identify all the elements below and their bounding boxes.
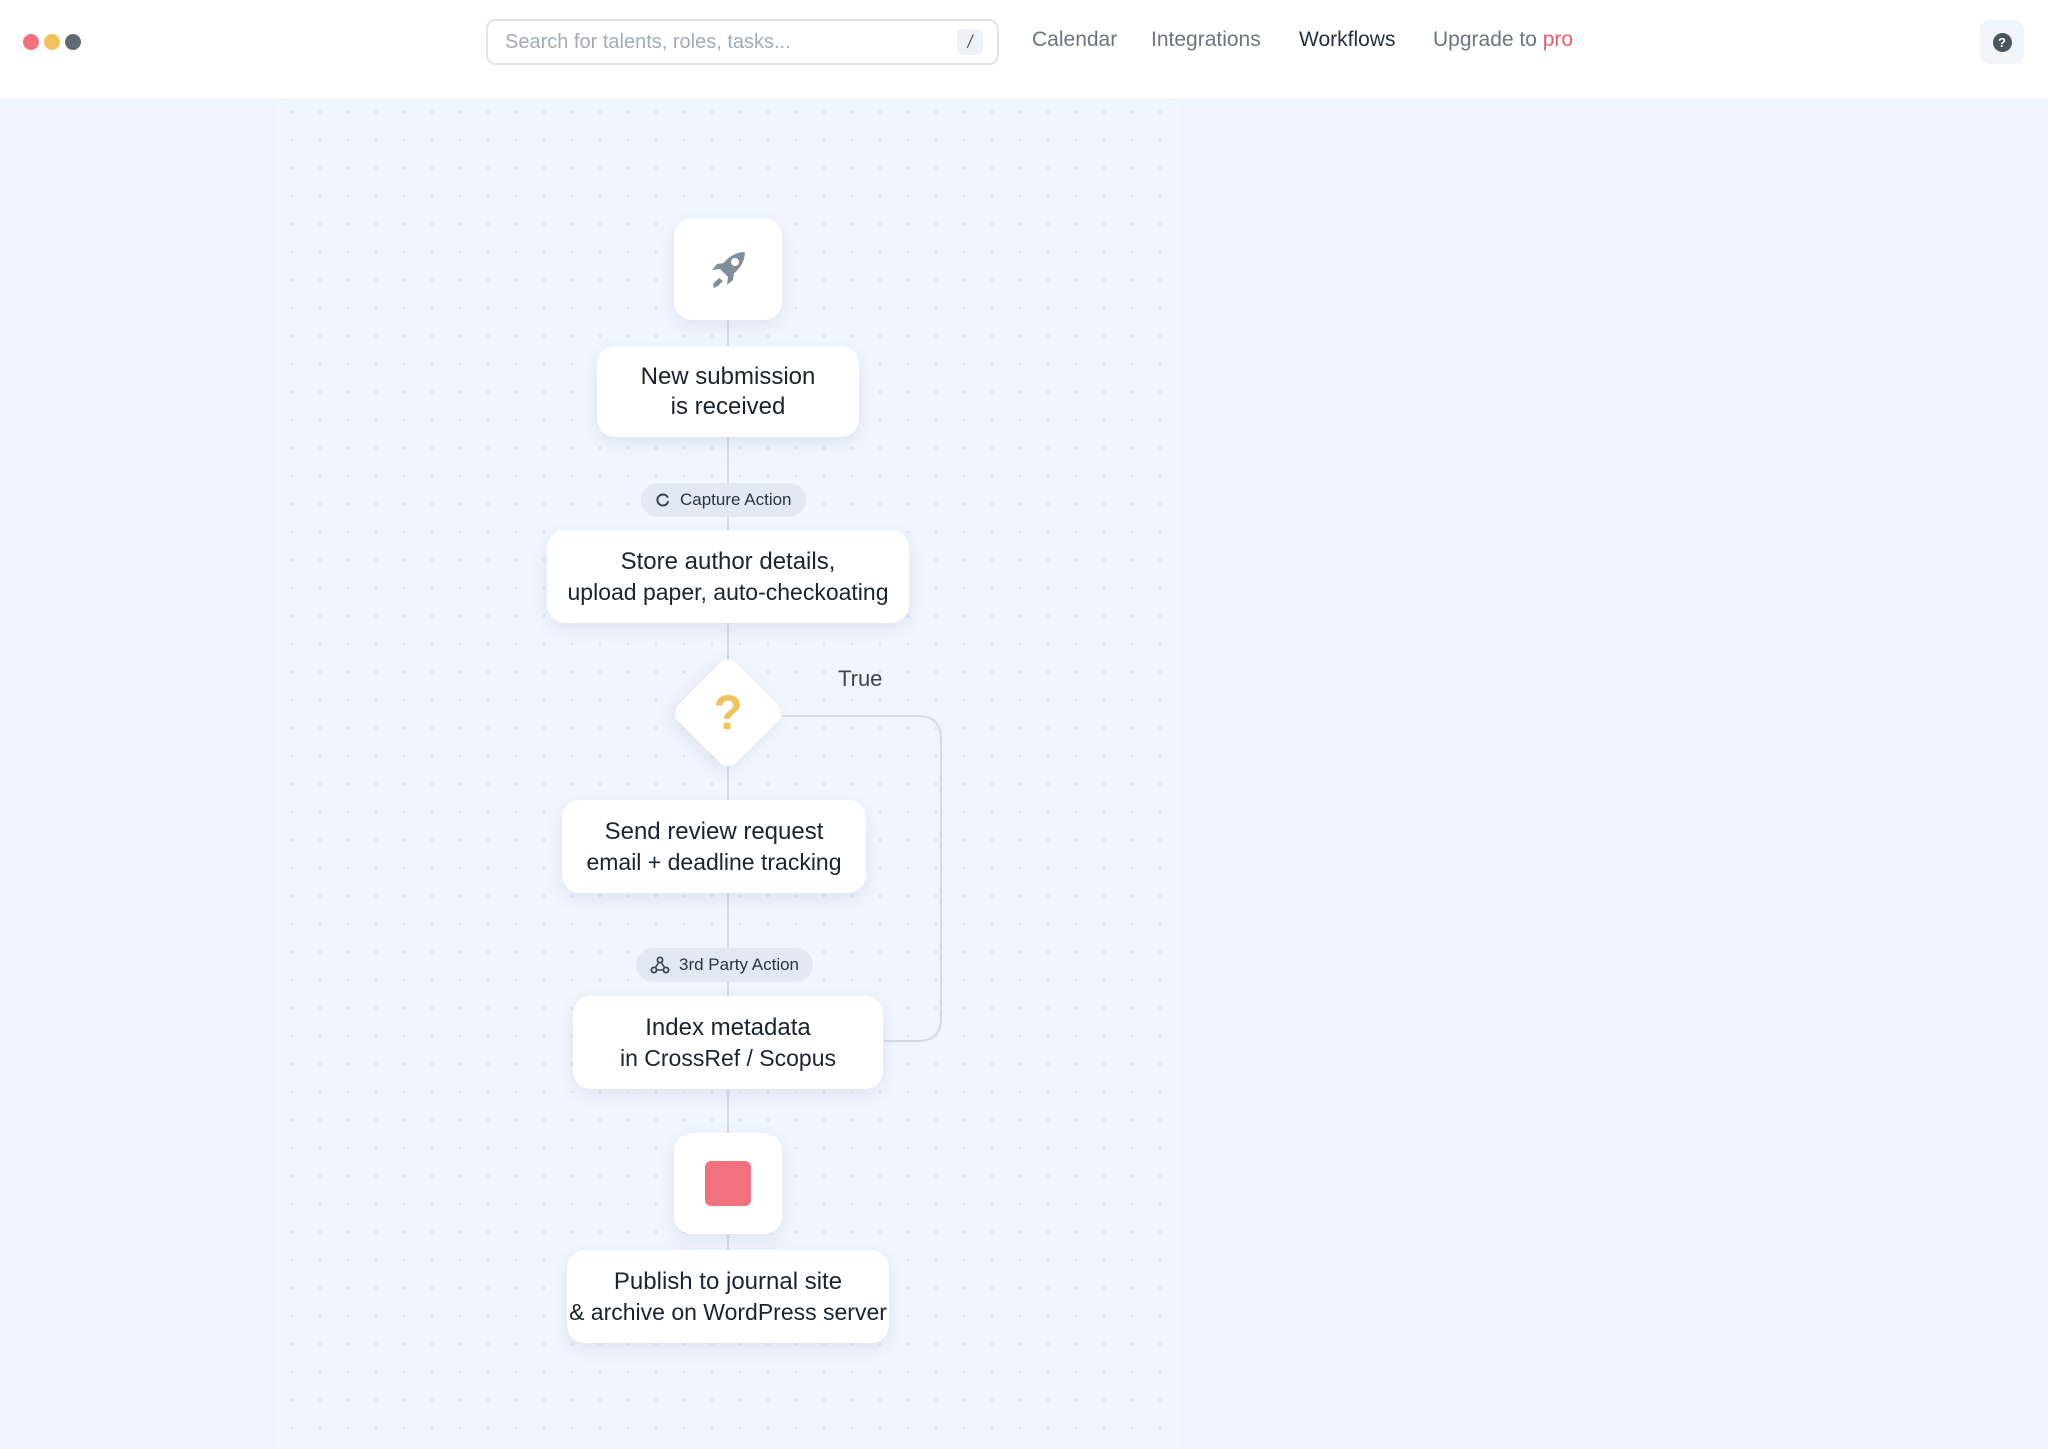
search-input[interactable]: Search for talents, roles, tasks... [505,31,957,54]
capture-action-label: Capture Action [680,490,792,509]
nav-integrations[interactable]: Integrations [1151,28,1261,52]
publish-step-node[interactable]: Publish to journal site & archive on Wor… [567,1250,889,1343]
upgrade-label: Upgrade to [1433,28,1537,51]
index-step-detail: in CrossRef / Scopus [619,1044,837,1071]
help-button[interactable]: ? [1980,20,2024,64]
publish-step-detail: & archive on WordPress server [569,1298,887,1325]
branch-true-label: True [838,666,883,691]
store-step-title: Store author details, [620,547,836,575]
review-step-node[interactable]: Send review request email + deadline tra… [562,800,866,893]
window-controls [23,34,81,50]
webhook-icon [650,956,670,974]
third-party-action-pill[interactable]: 3rd Party Action [636,948,814,982]
search-field[interactable]: Search for talents, roles, tasks... / [486,19,999,65]
third-party-action-label: 3rd Party Action [679,955,800,974]
store-step-detail: upload paper, auto-checkoating [567,578,889,605]
pro-label: pro [1542,28,1574,51]
minimize-dot-icon[interactable] [44,34,60,50]
index-step-node[interactable]: Index metadata in CrossRef / Scopus [573,996,883,1089]
question-icon: ? [713,686,743,740]
nav-workflows[interactable]: Workflows [1299,28,1395,52]
help-icon: ? [1992,32,2012,52]
publish-step-title: Publish to journal site [613,1267,843,1295]
trigger-node[interactable]: New submission is received [597,346,859,437]
top-bar: Search for talents, roles, tasks... / Ca… [0,0,2048,98]
capture-action-pill[interactable]: Capture Action [641,483,806,517]
refresh-icon [656,493,669,507]
nav-upgrade-pro[interactable]: Upgrade to pro [1433,28,1573,52]
index-step-title: Index metadata [645,1013,811,1041]
store-step-node[interactable]: Store author details, upload paper, auto… [547,530,909,623]
slash-shortcut-badge: / [957,29,983,55]
review-step-detail: email + deadline tracking [586,848,842,875]
start-node[interactable] [674,218,782,320]
trigger-title: New submission [640,362,816,390]
rocket-icon [712,252,745,288]
review-step-title: Send review request [604,817,824,845]
end-node[interactable] [674,1133,782,1234]
close-dot-icon[interactable] [23,34,39,50]
nav-calendar[interactable]: Calendar [1032,28,1117,52]
stop-icon [705,1161,751,1206]
maximize-dot-icon[interactable] [65,34,81,50]
trigger-subtitle: is received [670,392,786,420]
